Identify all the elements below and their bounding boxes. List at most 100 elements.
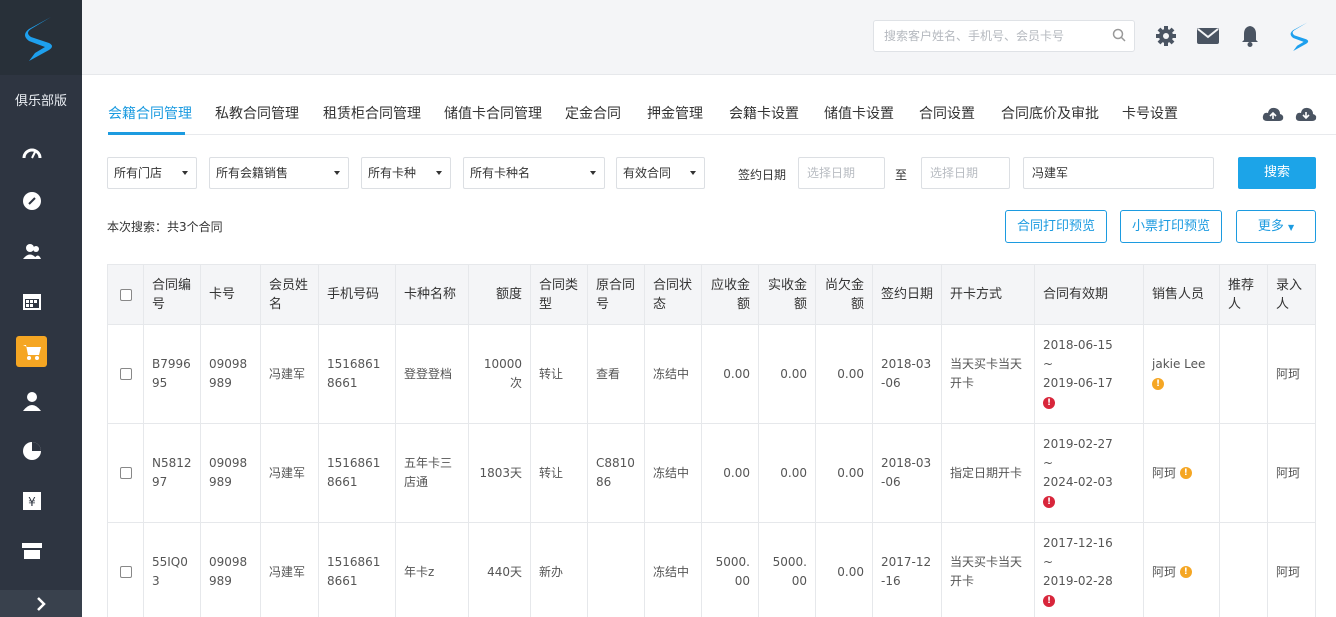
tab-guarantee-management[interactable]: 押金管理 — [647, 103, 703, 123]
cell-member-name-link[interactable]: 冯建军 — [260, 522, 319, 617]
mail-icon[interactable] — [1196, 24, 1220, 48]
sign-date-from-input[interactable]: 选择日期 — [798, 157, 885, 189]
cloud-upload-icon[interactable] — [1262, 106, 1284, 122]
select-all-checkbox[interactable] — [119, 288, 132, 301]
tab-contract-settings[interactable]: 合同设置 — [919, 103, 975, 123]
sidebar-expand-button[interactable] — [0, 590, 82, 617]
cell-entered-by: 阿珂 — [1267, 522, 1316, 617]
bell-icon[interactable] — [1238, 24, 1262, 48]
col-amount[interactable]: 额度 — [468, 264, 531, 325]
store-select[interactable]: 所有门店 — [107, 157, 197, 189]
sign-date-to-input[interactable]: 选择日期 — [921, 157, 1010, 189]
col-original-no[interactable]: 原合同号 — [587, 264, 645, 325]
col-open-method[interactable]: 开卡方式 — [941, 264, 1035, 325]
warning-icon[interactable]: ! — [1152, 377, 1164, 390]
cell-received: 0.00 — [758, 324, 816, 424]
cell-original-no-link[interactable] — [587, 522, 645, 617]
cell-sign-date: 2018-03-06 — [872, 324, 942, 424]
col-card-type-name[interactable]: 卡种名称 — [395, 264, 469, 325]
user-icon[interactable] — [21, 390, 43, 412]
receipt-print-preview-button[interactable]: 小票打印预览 — [1120, 210, 1222, 243]
row-checkbox[interactable] — [119, 467, 132, 479]
col-receivable[interactable]: 应收金额 — [701, 264, 759, 325]
search-button[interactable]: 搜索 — [1238, 157, 1316, 189]
tab-membership-card-settings[interactable]: 会籍卡设置 — [729, 103, 799, 123]
row-checkbox[interactable] — [119, 566, 132, 578]
warning-icon[interactable]: ! — [1179, 467, 1192, 479]
cell-amount: 440天 — [468, 522, 531, 617]
tab-stored-value-contracts[interactable]: 储值卡合同管理 — [444, 103, 542, 123]
gear-icon[interactable] — [1154, 24, 1178, 48]
compass-icon[interactable] — [21, 190, 43, 212]
store-icon[interactable] — [21, 540, 43, 562]
tab-private-training-contracts[interactable]: 私教合同管理 — [215, 103, 299, 123]
table-row[interactable]: 55IQ03 09098989 冯建军 15168618661 年卡z 440天… — [107, 522, 1316, 617]
expired-alert-icon[interactable]: ! — [1043, 594, 1055, 607]
global-search-input[interactable]: 搜索客户姓名、手机号、会员卡号 — [873, 20, 1135, 52]
dashboard-icon[interactable] — [21, 141, 43, 163]
warning-icon[interactable]: ! — [1179, 566, 1192, 578]
cell-received: 5000.00 — [758, 522, 816, 617]
app-logo[interactable] — [0, 0, 82, 75]
col-member-name[interactable]: 会员姓名 — [260, 264, 319, 325]
tab-base-price-approval[interactable]: 合同底价及审批 — [1001, 103, 1099, 123]
table-row[interactable]: N581297 09098989 冯建军 15168618661 五年卡三店通 … — [107, 423, 1316, 523]
select-all-cell — [107, 264, 144, 325]
members-icon[interactable] — [21, 240, 43, 262]
cell-salesperson: 阿珂 ! — [1143, 522, 1220, 617]
col-entered-by[interactable]: 录入人 — [1267, 264, 1316, 325]
col-phone[interactable]: 手机号码 — [318, 264, 396, 325]
brand-logo-icon[interactable] — [1286, 18, 1316, 54]
finance-icon[interactable]: ¥ — [21, 490, 43, 512]
table-row[interactable]: B799695 09098989 冯建军 15168618661 登登登档 10… — [107, 324, 1316, 424]
row-checkbox[interactable] — [119, 368, 132, 380]
col-owed[interactable]: 尚欠金额 — [815, 264, 873, 325]
sign-date-label: 签约日期 — [738, 168, 787, 182]
cell-amount: 1803天 — [468, 423, 531, 523]
cell-original-no-link[interactable]: C881086 — [587, 423, 645, 523]
tab-membership-contracts[interactable]: 会籍合同管理 — [108, 103, 192, 123]
club-edition-label: 俱乐部版 — [14, 94, 67, 109]
tab-locker-contracts[interactable]: 租赁柜合同管理 — [323, 103, 421, 123]
keyword-input[interactable]: 冯建军 — [1023, 157, 1214, 189]
pie-chart-icon[interactable] — [21, 440, 43, 462]
card-name-select-value: 所有卡种名 — [470, 166, 531, 180]
expired-alert-icon[interactable]: ! — [1043, 396, 1055, 409]
cell-phone: 15168618661 — [318, 423, 396, 523]
cart-icon[interactable] — [16, 336, 47, 367]
more-dropdown-button[interactable]: 更多 ▼ — [1236, 210, 1316, 243]
search-summary: 本次搜索：共3个合同 — [107, 220, 223, 234]
cell-open-method: 指定日期开卡 — [941, 423, 1035, 523]
cell-original-no-link[interactable]: 查看 — [587, 324, 645, 424]
cell-member-name-link[interactable]: 冯建军 — [260, 324, 319, 424]
col-contract-no[interactable]: 合同编号 — [143, 264, 201, 325]
expired-alert-icon[interactable]: ! — [1043, 495, 1055, 508]
cell-contract-type: 转让 — [530, 324, 588, 424]
col-card-no[interactable]: 卡号 — [200, 264, 261, 325]
cell-card-type-name: 年卡z — [395, 522, 469, 617]
col-received[interactable]: 实收金额 — [758, 264, 816, 325]
contract-print-preview-button[interactable]: 合同打印预览 — [1005, 210, 1107, 243]
cloud-download-icon[interactable] — [1295, 106, 1317, 122]
cell-member-name-link[interactable]: 冯建军 — [260, 423, 319, 523]
cell-open-method: 当天买卡当天开卡 — [941, 522, 1035, 617]
sales-select[interactable]: 所有会籍销售 — [209, 157, 349, 189]
search-icon[interactable] — [1112, 28, 1126, 42]
col-sign-date[interactable]: 签约日期 — [872, 264, 942, 325]
calendar-icon[interactable] — [21, 290, 43, 312]
cell-receivable: 0.00 — [701, 324, 759, 424]
col-contract-type[interactable]: 合同类型 — [530, 264, 588, 325]
tab-deposit-contracts[interactable]: 定金合同 — [565, 103, 621, 123]
col-validity[interactable]: 合同有效期 — [1034, 264, 1144, 325]
col-salesperson[interactable]: 销售人员 — [1143, 264, 1220, 325]
cell-entered-by: 阿珂 — [1267, 324, 1316, 424]
col-referrer[interactable]: 推荐人 — [1219, 264, 1268, 325]
card-type-select[interactable]: 所有卡种 — [361, 157, 451, 189]
col-contract-status[interactable]: 合同状态 — [644, 264, 702, 325]
tab-stored-value-card-settings[interactable]: 储值卡设置 — [824, 103, 894, 123]
card-name-select[interactable]: 所有卡种名 — [463, 157, 605, 189]
cell-owed: 0.00 — [815, 423, 873, 523]
tab-card-number-settings[interactable]: 卡号设置 — [1122, 103, 1178, 123]
contract-status-select[interactable]: 有效合同 — [616, 157, 705, 189]
validity-start: 2019-02-27 — [1043, 437, 1113, 451]
